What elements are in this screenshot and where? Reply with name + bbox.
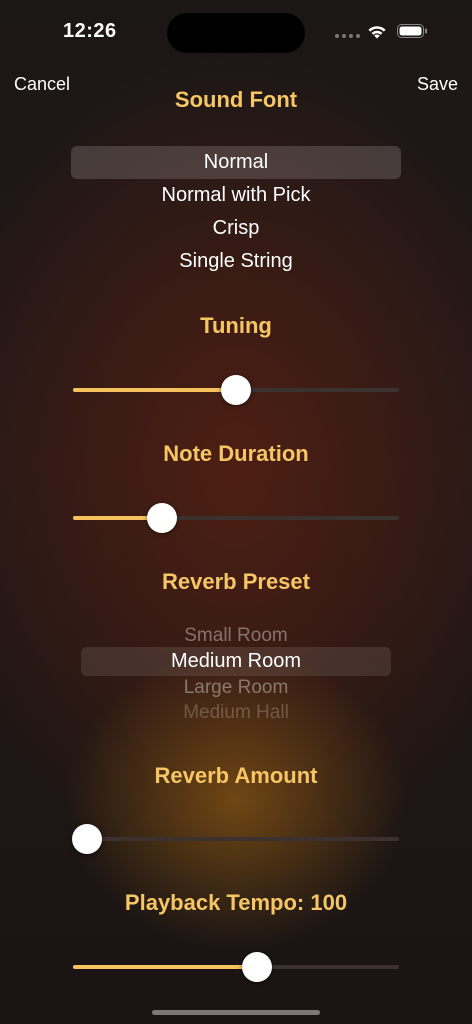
sound-font-heading: Sound Font xyxy=(174,87,298,112)
playback-tempo-slider[interactable] xyxy=(73,952,399,982)
tuning-slider[interactable] xyxy=(73,375,399,405)
dynamic-island xyxy=(167,13,305,53)
wifi-icon xyxy=(368,26,386,39)
note-duration-slider-thumb[interactable] xyxy=(147,503,177,533)
signal-dots-icon xyxy=(335,34,360,38)
playback-tempo-heading: Playback Tempo: 100 xyxy=(124,890,348,915)
reverb-amount-slider-track[interactable] xyxy=(73,837,399,841)
tuning-heading: Tuning xyxy=(200,313,272,338)
sound-font-option-normal-with-pick[interactable]: Normal with Pick xyxy=(0,184,472,207)
battery-icon xyxy=(397,24,427,38)
reverb-picker-clip: Medium Hall xyxy=(80,700,392,718)
tuning-slider-thumb[interactable] xyxy=(221,375,251,405)
reverb-option-medium-room[interactable]: Medium Room xyxy=(0,650,472,673)
reverb-option-large-room[interactable]: Large Room xyxy=(0,677,472,699)
status-time: 12:26 xyxy=(63,20,117,42)
reverb-amount-slider[interactable] xyxy=(72,824,399,854)
note-duration-heading: Note Duration xyxy=(163,441,309,466)
home-indicator[interactable] xyxy=(152,1010,320,1015)
reverb-amount-heading: Reverb Amount xyxy=(154,763,318,788)
playback-tempo-slider-fill xyxy=(73,965,257,969)
playback-tempo-slider-thumb[interactable] xyxy=(242,952,272,982)
sound-font-option-single-string[interactable]: Single String xyxy=(0,250,472,273)
reverb-preset-heading: Reverb Preset xyxy=(162,569,310,594)
reverb-amount-slider-thumb[interactable] xyxy=(72,824,102,854)
sound-font-option-normal[interactable]: Normal xyxy=(0,151,472,174)
note-duration-slider[interactable] xyxy=(73,503,399,533)
sound-font-option-crisp[interactable]: Crisp xyxy=(0,217,472,240)
reverb-option-medium-hall[interactable]: Medium Hall xyxy=(80,702,392,718)
tuning-slider-fill xyxy=(73,388,236,392)
reverb-option-small-room[interactable]: Small Room xyxy=(0,625,472,647)
